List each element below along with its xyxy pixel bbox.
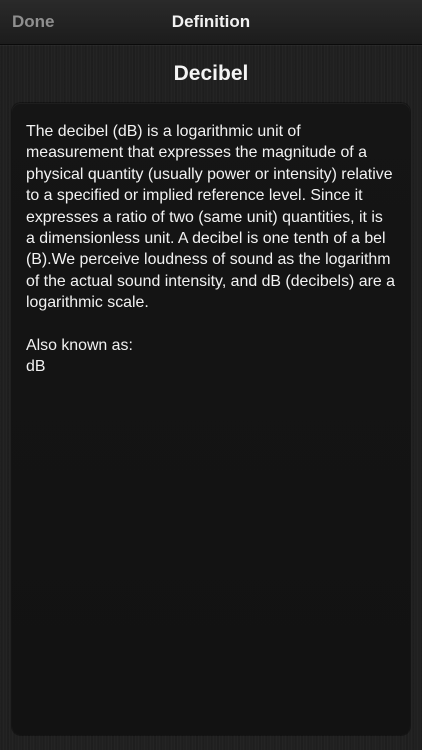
navigation-bar: Done Definition: [0, 0, 422, 45]
also-known-as-value: dB: [26, 358, 46, 376]
also-known-as-section: Also known as: dB: [26, 335, 396, 378]
also-known-as-label: Also known as:: [26, 336, 133, 354]
nav-title: Definition: [171, 12, 251, 31]
definition-screen: Done Definition Decibel The decibel (dB)…: [0, 0, 422, 750]
definition-text: The decibel (dB) is a logarithmic unit o…: [26, 123, 395, 312]
definition-card: The decibel (dB) is a logarithmic unit o…: [12, 103, 410, 735]
term-title: Decibel: [173, 62, 249, 85]
